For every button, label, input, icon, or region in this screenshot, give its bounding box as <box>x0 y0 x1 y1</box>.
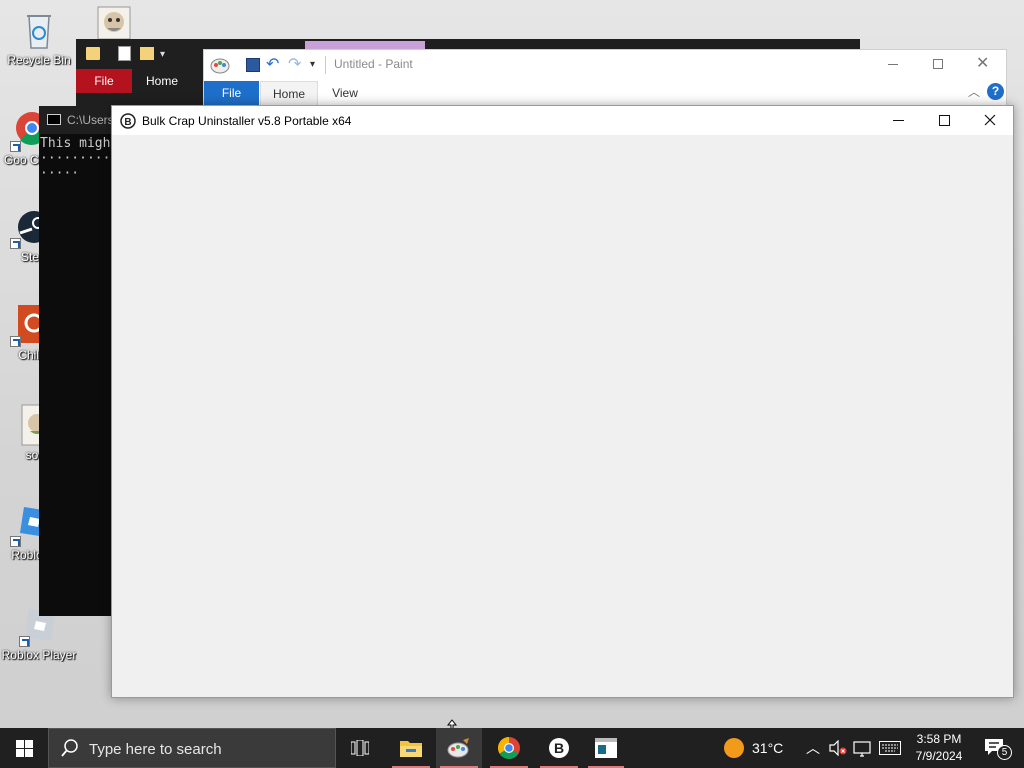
paint-window[interactable]: ↶ ↷ ▾ Untitled - Paint ✕ File Home View … <box>203 49 1007 107</box>
minimize-icon <box>893 120 904 121</box>
character-image-icon <box>97 6 131 40</box>
notification-count-badge: 5 <box>997 745 1012 760</box>
desktop-icon-recycle-bin[interactable]: Recycle Bin <box>1 8 77 67</box>
taskbar-file-explorer[interactable] <box>388 728 434 768</box>
desktop-icon-label: Roblox Player <box>1 649 77 662</box>
console-line: ·········· <box>40 151 119 166</box>
redo-icon[interactable]: ↷ <box>288 54 301 74</box>
svg-text:B: B <box>124 117 131 128</box>
windows-logo-icon <box>16 740 33 757</box>
console-window[interactable]: C:\Users This migh ·········· ····· <box>39 106 119 616</box>
network-icon[interactable] <box>853 739 871 757</box>
bcu-client-area <box>112 135 1013 697</box>
bcu-titlebar[interactable]: B Bulk Crap Uninstaller v5.8 Portable x6… <box>112 106 1013 135</box>
clock-date: 7/9/2024 <box>915 749 963 763</box>
taskbar-search-box[interactable]: Type here to search <box>48 728 336 768</box>
qat-folder-icon[interactable] <box>86 47 100 60</box>
show-hidden-icons-button[interactable]: ︿ <box>806 738 820 758</box>
start-button[interactable] <box>0 728 48 768</box>
sun-icon <box>724 738 744 758</box>
bcu-app-icon: B <box>120 113 136 132</box>
bcu-title: Bulk Crap Uninstaller v5.8 Portable x64 <box>142 114 352 128</box>
save-icon[interactable] <box>246 58 260 72</box>
clock[interactable]: 3:58 PM 7/9/2024 <box>906 728 972 768</box>
taskbar-chrome[interactable] <box>486 728 532 768</box>
taskbar-paint[interactable] <box>436 728 482 768</box>
console-line: ····· <box>40 166 80 181</box>
file-explorer-icon <box>400 741 422 757</box>
paint-maximize-button[interactable] <box>933 59 943 69</box>
paint-app-icon <box>210 56 230 77</box>
taskbar-bcu[interactable]: B <box>536 728 582 768</box>
console-icon <box>47 114 61 125</box>
action-center-button[interactable]: 5 <box>976 728 1020 768</box>
svg-text:B: B <box>554 740 564 756</box>
taskbar: Type here to search B 31°C ︿ 3:58 PM 7/9… <box>0 728 1024 768</box>
console-line: This migh <box>40 136 111 151</box>
undo-icon[interactable]: ↶ <box>266 54 279 74</box>
paint-close-button[interactable]: ✕ <box>976 53 989 73</box>
help-icon[interactable]: ? <box>987 83 1004 100</box>
explorer-tab-home[interactable]: Home <box>134 69 190 93</box>
maximize-icon <box>939 115 950 126</box>
console-title: C:\Users <box>67 113 114 127</box>
bcu-close-button[interactable] <box>967 106 1013 135</box>
chrome-icon <box>498 737 520 759</box>
search-placeholder: Type here to search <box>89 741 222 758</box>
shortcut-arrow-icon <box>10 238 21 249</box>
ribbon-collapse-icon[interactable]: ︿ <box>968 83 980 100</box>
taskbar-terminal[interactable] <box>584 728 628 768</box>
desktop-icon-label: Recycle Bin <box>7 54 71 67</box>
task-view-icon <box>351 740 369 756</box>
explorer-tab-file[interactable]: File <box>76 69 132 93</box>
shortcut-arrow-icon <box>10 141 21 152</box>
qat-properties-icon[interactable] <box>118 46 131 61</box>
bcu-window[interactable]: B Bulk Crap Uninstaller v5.8 Portable x6… <box>111 105 1014 698</box>
search-icon <box>61 739 78 757</box>
volume-muted-icon[interactable] <box>829 740 847 756</box>
paint-tab-home[interactable]: Home <box>260 81 318 105</box>
desktop-icon-avatar-top[interactable] <box>76 6 152 40</box>
qat-new-folder-icon[interactable] <box>140 47 154 60</box>
paint-tab-file[interactable]: File <box>204 81 259 105</box>
paint-icon <box>447 738 469 758</box>
shortcut-arrow-icon <box>19 636 30 647</box>
clock-time: 3:58 PM <box>916 732 962 746</box>
recycle-bin-icon <box>19 8 59 52</box>
paint-title: Untitled - Paint <box>334 57 413 71</box>
bcu-minimize-button[interactable] <box>875 106 921 135</box>
task-view-button[interactable] <box>338 728 382 768</box>
close-icon <box>984 114 996 126</box>
keyboard-icon[interactable] <box>879 741 901 755</box>
qat-separator <box>325 56 326 74</box>
paint-tab-view[interactable]: View <box>318 81 372 105</box>
weather-widget[interactable]: 31°C <box>716 728 792 768</box>
qat-dropdown-icon[interactable]: ▾ <box>160 49 165 60</box>
terminal-icon <box>595 738 617 758</box>
shortcut-arrow-icon <box>10 536 21 547</box>
bcu-icon: B <box>549 738 569 758</box>
paint-minimize-button[interactable] <box>888 64 898 65</box>
weather-temperature: 31°C <box>752 740 784 756</box>
shortcut-arrow-icon <box>10 336 21 347</box>
bcu-maximize-button[interactable] <box>921 106 967 135</box>
console-titlebar[interactable]: C:\Users <box>39 106 119 134</box>
qat-dropdown-icon[interactable]: ▾ <box>310 59 315 70</box>
explorer-title-highlight <box>305 41 425 49</box>
